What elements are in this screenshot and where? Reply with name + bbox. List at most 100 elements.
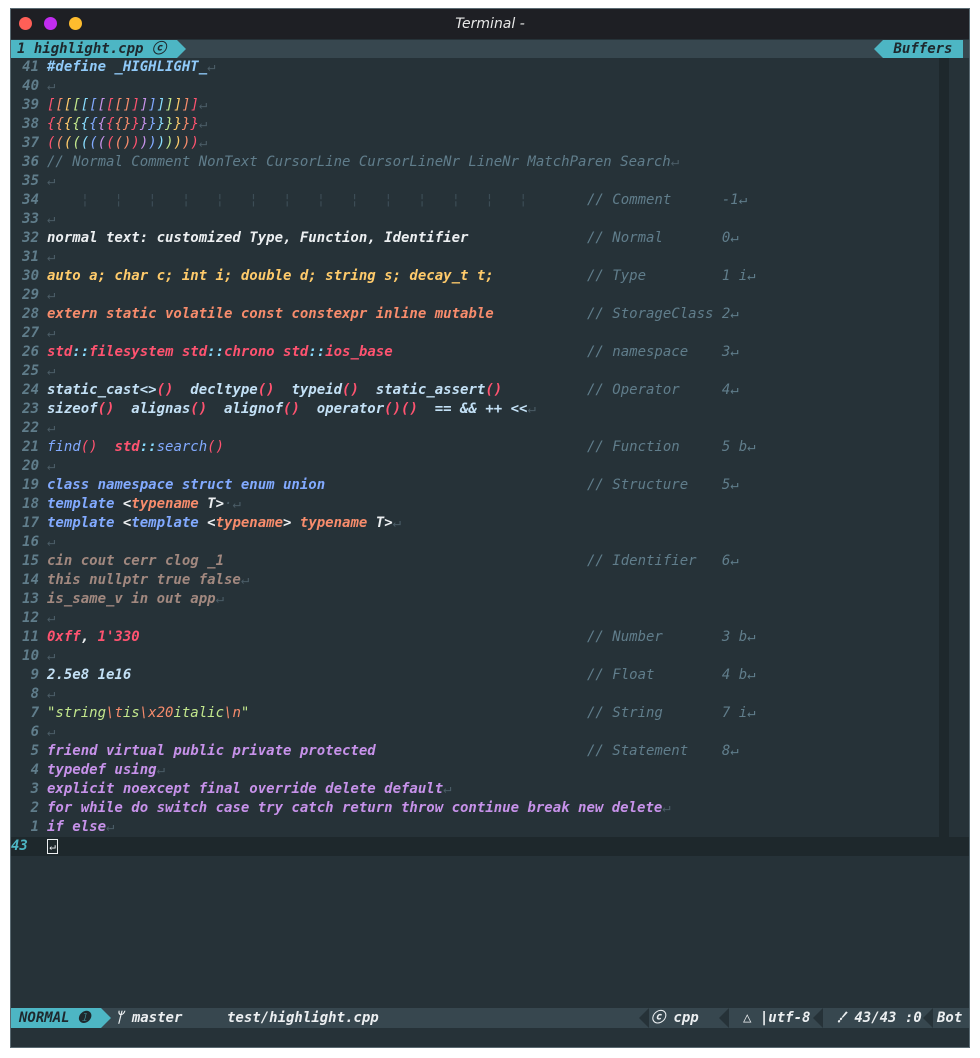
code-token: operator <box>299 401 385 417</box>
code-line[interactable]: 14 this nullptr true false↵ <box>11 571 941 590</box>
code-token: () <box>485 382 503 398</box>
line-number: 39 <box>22 97 39 113</box>
code-token: [ <box>80 97 90 113</box>
code-token: is <box>122 705 140 721</box>
code-line[interactable]: 39 [[[[[[[[[]]]]]]]]]↵ <box>11 96 941 115</box>
code-line[interactable]: 26 std::filesystem std::chrono std::ios_b… <box>11 343 941 362</box>
line-number: 2 <box>30 800 39 816</box>
code-text: {{{{{{{{{}}}}}}}}}↵ <box>47 115 207 134</box>
code-text: static_cast<>() decltype() typeid() stat… <box>47 381 502 400</box>
code-line[interactable]: 28 extern static volatile const constexpr… <box>11 305 941 324</box>
code-token: { <box>97 116 107 132</box>
editor-buffer[interactable]: 41 #define _HIGHLIGHT_↵ 40 ↵ 39[[[[[[[[[]]]]… <box>11 58 969 858</box>
code-line[interactable]: 5 friend virtual public private protected… <box>11 742 941 761</box>
line-number: 3 <box>30 781 39 797</box>
code-line[interactable]: 10 ↵ <box>11 647 941 666</box>
code-line[interactable]: 9 2.5e8 1e16 // Float 4 b↵ <box>11 666 941 685</box>
code-token: 1'330 <box>97 629 140 645</box>
code-line[interactable]: 38 {{{{{{{{{}}}}}}}}}↵ <box>11 115 941 134</box>
code-line[interactable]: 32 normal text: customized Type, Function… <box>11 229 941 248</box>
separator-icon <box>813 1008 823 1028</box>
code-line[interactable]: 29 ↵ <box>11 286 941 305</box>
tabline: 1 highlight.cpp ⓒ Buffers <box>11 40 969 58</box>
code-token: ↵ <box>662 800 671 816</box>
code-line[interactable]: 21 find() std::search()// Function 5 b↵ <box>11 438 941 457</box>
code-line[interactable]: 17 template <template <typename> typename… <box>11 514 941 533</box>
code-token: cin cout cerr clog _1 <box>47 553 225 569</box>
code-line[interactable]: 7 "string\tis\x20italic\n" // String 7 i↵ <box>11 704 941 723</box>
cursor-line-number: 43 <box>11 838 28 854</box>
code-line[interactable]: 6 ↵ <box>11 723 941 742</box>
code-token: ↵ <box>47 325 56 341</box>
mode-indicator: NORMAL ➊ <box>11 1008 101 1028</box>
code-line[interactable]: 36 // Normal Comment NonText CursorLine C… <box>11 153 941 172</box>
code-line[interactable]: 31 ↵ <box>11 248 941 267</box>
code-token: } <box>139 116 149 132</box>
code-token: () <box>97 401 115 417</box>
line-number: 21 <box>22 439 39 455</box>
code-line[interactable]: 24 static_cast<>() decltype() typeid() st… <box>11 381 941 400</box>
code-text: class namespace struct enum union <box>47 476 325 495</box>
code-line[interactable]: 12 ↵ <box>11 609 941 628</box>
code-token: filesystem <box>89 344 182 360</box>
code-token: :: <box>139 439 157 455</box>
code-token: ] <box>131 97 140 113</box>
code-text: ↵ <box>47 609 55 628</box>
code-line[interactable]: 1 if else↵ <box>11 818 941 837</box>
code-line[interactable]: 40 ↵ <box>11 77 941 96</box>
code-token: class namespace struct enum union <box>47 477 326 493</box>
code-token: ↵ <box>47 458 56 474</box>
code-token: () <box>156 382 174 398</box>
code-line[interactable]: 15 cin cout cerr clog _1 // Identifier 6↵ <box>11 552 941 571</box>
code-token: () <box>342 382 359 398</box>
line-number: 12 <box>22 610 39 626</box>
code-line[interactable]: 30 auto a; char c; int i; double d; strin… <box>11 267 941 286</box>
code-token: search <box>156 439 208 455</box>
code-line[interactable]: 19 class namespace struct enum union // St… <box>11 476 941 495</box>
code-text: ↵ <box>47 647 55 666</box>
code-line[interactable]: 18 template <typename T>·↵ <box>11 495 941 514</box>
code-token: ) <box>165 135 174 151</box>
line-number: 22 <box>22 420 39 436</box>
trailing-comment: // String 7 i↵ <box>587 705 756 721</box>
code-line[interactable]: 25 ↵ <box>11 362 941 381</box>
code-line[interactable]: 20 ↵ <box>11 457 941 476</box>
code-line[interactable]: 16 ↵ <box>11 533 941 552</box>
code-line[interactable]: 35 ↵ <box>11 172 941 191</box>
code-line[interactable]: 8 ↵ <box>11 685 941 704</box>
line-number: 1 <box>30 819 39 835</box>
code-line[interactable]: 37 ((((((((()))))))))↵ <box>11 134 941 153</box>
code-token: ↵ <box>47 686 56 702</box>
code-line[interactable]: 2 for while do switch case try catch retu… <box>11 799 941 818</box>
code-token: ↵ <box>240 572 250 588</box>
code-token: T <box>375 515 385 531</box>
code-token: ↵ <box>106 819 115 835</box>
git-branch: ᛘ master <box>115 1010 183 1026</box>
code-line[interactable]: 13 is_same_v in out app↵ <box>11 590 941 609</box>
buffers-label[interactable]: Buffers <box>883 40 963 58</box>
code-token: ) <box>156 135 166 151</box>
code-token: italic <box>173 705 225 721</box>
status-line: NORMAL ➊ ᛘ master test/highlight.cpp ⓒ c… <box>11 1008 969 1028</box>
code-line[interactable]: 27 ↵ <box>11 324 941 343</box>
code-token: "string <box>47 705 107 721</box>
code-line[interactable]: 3 explicit noexcept final override delete… <box>11 780 941 799</box>
code-line[interactable]: 34 ¦ ¦ ¦ ¦ ¦ ¦ ¦ ¦ ¦ ¦ ¦ ¦ ¦ ¦ // Comment… <box>11 191 941 210</box>
code-line[interactable]: 33 ↵ <box>11 210 941 229</box>
code-line[interactable]: 23 sizeof() alignas() alignof() operator(… <box>11 400 941 419</box>
tab-highlight-cpp[interactable]: 1 highlight.cpp ⓒ <box>11 40 177 58</box>
code-token: 2.5e8 1e16 <box>47 667 132 683</box>
code-token: ( <box>55 135 64 151</box>
code-token: , <box>80 629 98 645</box>
code-text: normal text: customized Type, Function, … <box>47 229 468 248</box>
code-line[interactable]: 22 ↵ <box>11 419 941 438</box>
code-line[interactable]: 4 typedef using↵ <box>11 761 941 780</box>
code-token: // Normal Comment NonText CursorLine Cur… <box>47 154 671 170</box>
code-token: == && ++ << <box>417 401 528 417</box>
code-text: ↵ <box>47 362 55 381</box>
code-token: () <box>190 401 208 417</box>
code-line[interactable]: 41 #define _HIGHLIGHT_↵ <box>11 58 941 77</box>
code-line[interactable]: 11 0xff, 1'330 // Number 3 b↵ <box>11 628 941 647</box>
code-text: sizeof() alignas() alignof() operator()(… <box>47 400 536 419</box>
